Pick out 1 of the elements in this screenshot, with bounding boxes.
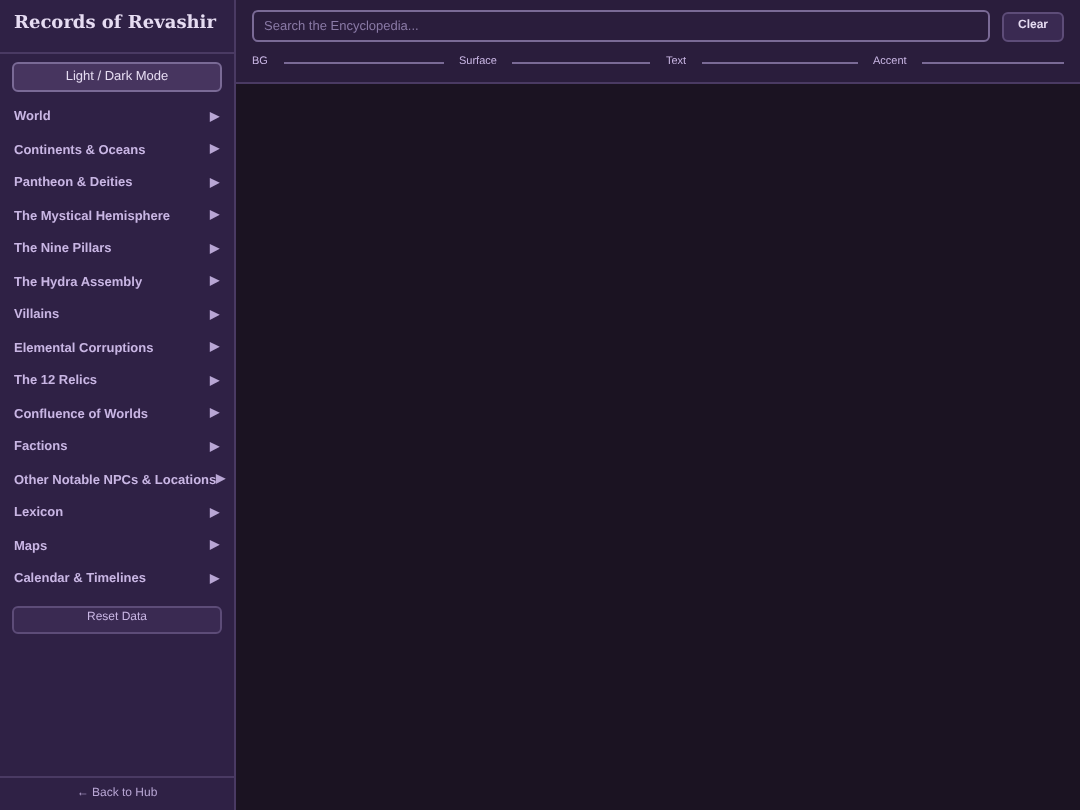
sidebar-title: Records of Revashir bbox=[14, 12, 216, 39]
